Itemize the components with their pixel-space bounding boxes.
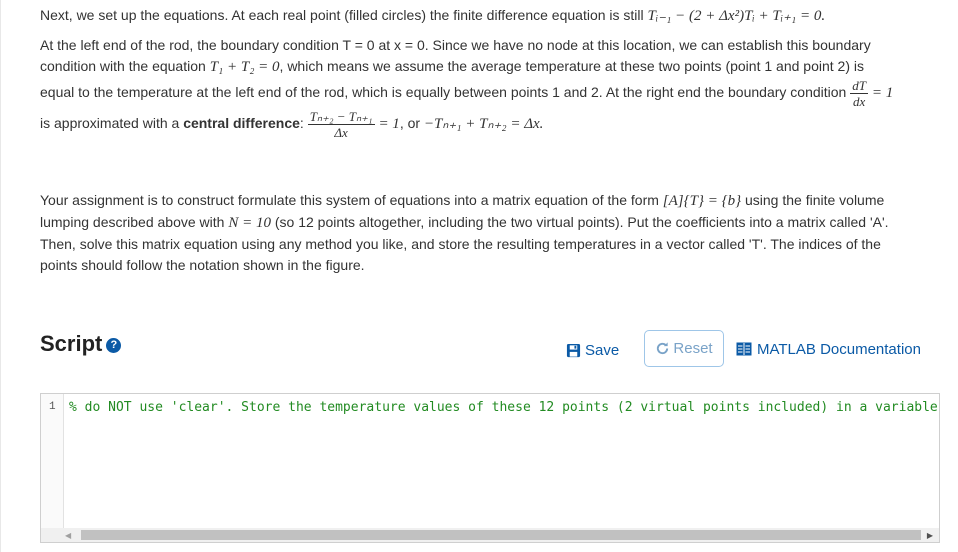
instruction-paragraph-2: At the left end of the rod, the boundary… <box>40 37 894 140</box>
code-editor[interactable]: 1 % do NOT use 'clear'. Store the temper… <box>40 393 940 543</box>
scrollbar-thumb[interactable] <box>81 530 921 540</box>
reset-label: Reset <box>673 340 713 357</box>
matlab-documentation-link[interactable]: MATLAB Documentation <box>736 337 921 361</box>
floppy-disk-icon <box>566 343 581 357</box>
scroll-right-arrow-icon[interactable]: ▶ <box>927 531 933 540</box>
instruction-paragraph-3: Your assignment is to construct formulat… <box>40 192 889 273</box>
script-heading: Script? <box>40 331 122 357</box>
refresh-icon <box>657 342 669 355</box>
question-circle-icon[interactable]: ? <box>106 338 122 353</box>
book-icon <box>736 342 752 356</box>
docs-label: MATLAB Documentation <box>757 340 921 358</box>
central-difference-fraction: Tₙ₊₂ − Tₙ₊₁ Δx <box>307 109 375 140</box>
reset-button[interactable]: Reset <box>644 330 724 367</box>
line-gutter <box>41 394 64 528</box>
save-label: Save <box>585 341 620 359</box>
left-border <box>0 0 1 552</box>
scroll-left-arrow-icon[interactable]: ◀ <box>65 531 71 540</box>
code-line-comment[interactable]: % do NOT use 'clear'. Store the temperat… <box>69 400 939 415</box>
instruction-paragraph-1: Next, we set up the equations. At each r… <box>40 7 826 24</box>
central-difference-term: central difference <box>183 115 300 132</box>
matrix-equation: [A]{T} = {b} <box>662 193 742 209</box>
line-number: 1 <box>49 401 56 413</box>
finite-difference-equation: Tᵢ₋₁ − (2 + Δx²)Tᵢ + Tᵢ₊₁ = 0. <box>647 8 826 24</box>
derivative-fraction: dT dx <box>850 78 868 109</box>
boundary-equation-right: −Tₙ₊₁ + Tₙ₊₂ = Δx. <box>423 116 544 133</box>
horizontal-scrollbar[interactable]: ◀ ▶ <box>41 528 939 542</box>
save-button[interactable]: Save <box>566 338 619 362</box>
boundary-equation-left: T₁ + T₂ = 0 <box>209 59 280 75</box>
n-value: N = 10 <box>228 215 271 231</box>
